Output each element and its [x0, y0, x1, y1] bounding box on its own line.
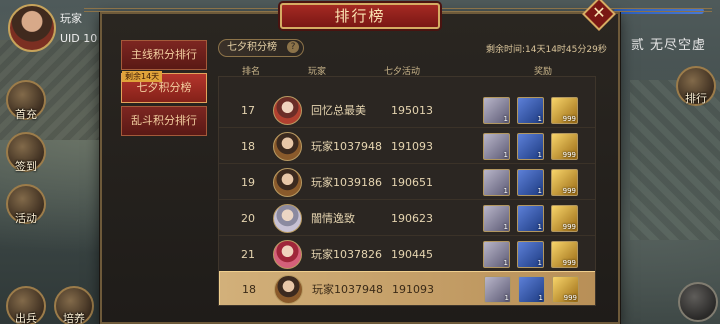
reward-count: 1: [537, 151, 542, 159]
reward-count: 999: [562, 187, 576, 195]
reward-armor-icon[interactable]: 1: [483, 241, 510, 268]
row-player-avatar[interactable]: [274, 275, 303, 304]
menu-button[interactable]: [678, 282, 718, 322]
deploy-label: 出兵: [15, 312, 37, 324]
player-name: 玩家: [60, 12, 82, 25]
reward-armor-icon[interactable]: 1: [483, 97, 510, 124]
row-player-name: 玩家1039186: [311, 176, 382, 189]
activity-label: 活动: [15, 212, 37, 225]
row-player-avatar[interactable]: [273, 96, 302, 125]
table-row[interactable]: 21 玩家1037826 190445 1 1 999: [219, 237, 595, 272]
reward-count: 999: [562, 259, 576, 267]
reward-count: 1: [504, 294, 509, 302]
row-player-name: 闇情逸致: [311, 212, 355, 225]
table-row[interactable]: 18 玩家1037948 191093 1 1 999: [219, 129, 595, 164]
reward-armor-icon[interactable]: 1: [483, 169, 510, 196]
row-player-name: 玩家1037948: [311, 140, 382, 153]
ranking-shortcut-label: 排行: [685, 92, 707, 105]
self-ranking-row[interactable]: 18 玩家1037948 191093 1 1 999: [219, 271, 595, 305]
table-row[interactable]: 19 玩家1039186 190651 1 1 999: [219, 165, 595, 200]
reward-armor-icon[interactable]: 1: [484, 276, 511, 303]
row-player-name: 玩家1037948: [312, 283, 383, 296]
row-player-name: 回忆总最美: [311, 104, 366, 117]
row-rank: 17: [241, 104, 255, 117]
reward-count: 999: [562, 223, 576, 231]
reward-count: 999: [562, 115, 576, 123]
row-score: 191093: [391, 140, 433, 153]
countdown-timer: 剩余时间:14天14时45分29秒: [486, 45, 607, 55]
reward-count: 999: [562, 151, 576, 159]
server-title: 贰 无尽空虚: [630, 38, 706, 53]
reward-count: 1: [537, 187, 542, 195]
row-score: 195013: [391, 104, 433, 117]
reward-book-icon[interactable]: 1: [517, 169, 544, 196]
tab-remaining-badge: 剩余14天: [122, 71, 163, 82]
reward-count: 1: [537, 115, 542, 123]
ranking-table[interactable]: 17 回忆总最美 195013 1 1 999 18 玩家1037948 191093 1 1 999…: [218, 76, 596, 306]
reward-count: 1: [503, 151, 508, 159]
player-uid: UID 10: [60, 32, 98, 45]
reward-armor-icon[interactable]: 1: [483, 205, 510, 232]
help-icon[interactable]: ?: [287, 41, 299, 53]
sign-in-label: 签到: [15, 160, 37, 173]
first-recharge-label: 首充: [15, 108, 37, 121]
panel-title: 排行榜: [280, 3, 440, 29]
row-player-avatar[interactable]: [273, 204, 302, 233]
reward-book-icon[interactable]: 1: [517, 133, 544, 160]
row-player-avatar[interactable]: [273, 168, 302, 197]
reward-gold-icon[interactable]: 999: [551, 133, 578, 160]
train-label: 培养: [63, 312, 85, 324]
row-rank: 19: [241, 176, 255, 189]
row-rank: 20: [241, 212, 255, 225]
reward-gold-icon[interactable]: 999: [552, 276, 579, 303]
reward-gold-icon[interactable]: 999: [551, 205, 578, 232]
row-score: 190445: [391, 248, 433, 261]
row-player-avatar[interactable]: [273, 132, 302, 161]
reward-count: 1: [537, 259, 542, 267]
reward-count: 999: [563, 294, 577, 302]
close-x-icon[interactable]: ✕: [587, 2, 611, 26]
reward-count: 1: [503, 187, 508, 195]
reward-count: 1: [538, 294, 543, 302]
reward-count: 1: [503, 115, 508, 123]
reward-count: 1: [503, 223, 508, 231]
player-avatar[interactable]: [8, 4, 56, 52]
row-rank: 18: [241, 140, 255, 153]
reward-book-icon[interactable]: 1: [518, 276, 545, 303]
row-score: 191093: [392, 283, 434, 296]
reward-book-icon[interactable]: 1: [517, 241, 544, 268]
reward-book-icon[interactable]: 1: [517, 205, 544, 232]
row-rank: 18: [242, 283, 256, 296]
tab-brawl-ranking[interactable]: 乱斗积分排行: [121, 106, 207, 136]
row-rank: 21: [241, 248, 255, 261]
reward-gold-icon[interactable]: 999: [551, 169, 578, 196]
reward-gold-icon[interactable]: 999: [551, 97, 578, 124]
reward-gold-icon[interactable]: 999: [551, 241, 578, 268]
reward-armor-icon[interactable]: 1: [483, 133, 510, 160]
row-score: 190651: [391, 176, 433, 189]
table-row[interactable]: 17 回忆总最美 195013 1 1 999: [219, 93, 595, 128]
row-player-name: 玩家1037826: [311, 248, 382, 261]
row-score: 190623: [391, 212, 433, 225]
reward-count: 1: [503, 259, 508, 267]
tab-mainline-ranking[interactable]: 主线积分排行: [121, 40, 207, 70]
reward-count: 1: [537, 223, 542, 231]
reward-book-icon[interactable]: 1: [517, 97, 544, 124]
table-row[interactable]: 20 闇情逸致 190623 1 1 999: [219, 201, 595, 236]
row-player-avatar[interactable]: [273, 240, 302, 269]
